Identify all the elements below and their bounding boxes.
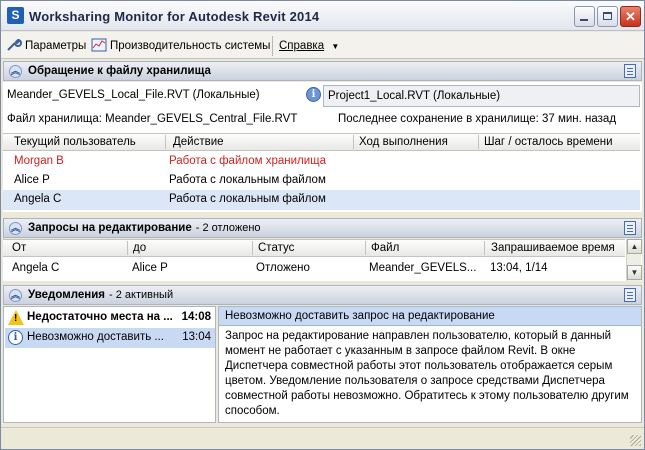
table-row[interactable]: Angela C Работа с локальным файлом [3,190,640,210]
col-status[interactable]: Статус [258,242,294,254]
column-divider [252,241,253,255]
col-current-user[interactable]: Текущий пользователь [14,136,136,148]
app-window: S Worksharing Monitor for Autodesk Revit… [0,0,645,450]
user-cell: Alice P [14,174,50,186]
col-action[interactable]: Действие [173,136,224,148]
central-grid-header: Текущий пользователь Действие Ход выполн… [3,133,640,151]
local-file-tab[interactable]: Meander_GEVELS_Local_File.RVT (Локальные… [3,85,301,107]
resize-grip-icon[interactable] [630,435,641,446]
notifications-count: - 2 активный [109,289,174,301]
info-icon: i [306,87,321,102]
notification-time: 14:08 [181,311,211,323]
app-icon: S [7,7,24,24]
info-icon: i [8,330,24,345]
scroll-down-button[interactable]: ▼ [627,265,642,280]
column-divider [365,241,366,255]
col-file[interactable]: Файл [371,242,399,254]
close-icon: ✕ [625,9,636,24]
maximize-icon [603,12,612,20]
requests-scrollbar[interactable]: ▲ ▼ [626,239,642,281]
column-divider [478,135,479,149]
col-progress[interactable]: Ход выполнения [359,136,448,148]
table-row[interactable]: Angela C Alice P Отложено Meander_GEVELS… [3,259,625,279]
menu-help-label: Справка [279,40,325,52]
requests-count: - 2 отложено [195,222,261,234]
document-icon[interactable] [624,64,636,78]
detail-body: Запрос на редактирование направлен польз… [225,330,629,417]
action-cell: Работа с локальным файлом [169,174,326,186]
minimize-icon [580,19,588,21]
collapse-chevron-icon[interactable]: ︽ [9,222,22,235]
table-row[interactable]: Alice P Работа с локальным файлом [3,171,640,191]
table-row[interactable]: Morgan B Работа с файлом хранилища [3,152,640,172]
notification-label: Невозможно доставить ... [27,331,164,343]
col-to[interactable]: до [133,242,146,254]
storage-file-label: Файл хранилища: Meander_GEVELS_Central_F… [7,113,298,125]
document-icon[interactable] [624,288,636,302]
status-cell: Отложено [256,262,310,274]
close-button[interactable]: ✕ [620,6,641,27]
central-section-header[interactable]: ︽ Обращение к файлу хранилища [3,61,642,81]
list-item[interactable]: i Невозможно доставить ... 13:04 [5,328,215,348]
menu-help[interactable]: Справка ▼ [279,37,339,55]
document-icon[interactable] [624,221,636,235]
notification-time: 13:04 [182,331,211,343]
menu-bar: Параметры Производительность системы Спр… [1,32,644,59]
scroll-up-button[interactable]: ▲ [627,239,642,254]
menu-performance-label: Производительность системы [110,40,271,52]
detail-title: Невозможно доставить запрос на редактиро… [219,307,641,326]
maximize-button[interactable] [597,6,618,27]
notification-label: Недостаточно места на ... [27,311,173,323]
col-requested-time[interactable]: Запрашиваемое время [491,242,615,254]
notifications-section-header[interactable]: ︽ Уведомления - 2 активный [3,285,642,305]
dropdown-arrow-icon: ▼ [331,42,340,51]
column-divider [353,135,354,149]
status-bar [1,427,644,449]
menu-separator [272,36,273,56]
col-from[interactable]: От [12,242,26,254]
from-cell: Angela C [12,262,60,274]
collapse-chevron-icon[interactable]: ︽ [9,65,22,78]
column-divider [127,241,128,255]
project-file-tab[interactable]: Project1_Local.RVT (Локальные) [323,85,640,107]
action-cell: Работа с локальным файлом [169,193,326,205]
file-cell: Meander_GEVELS... [369,262,477,274]
last-save-label: Последнее сохранение в хранилище: 37 мин… [338,113,617,125]
central-section-title: Обращение к файлу хранилища [28,65,211,77]
menu-performance[interactable]: Производительность системы [91,37,270,55]
requests-grid-header: От до Статус Файл Запрашиваемое время [3,239,625,257]
requests-section-title: Запросы на редактирование - 2 отложено [28,222,261,234]
user-cell: Angela C [14,193,62,205]
list-item[interactable]: ! Недостаточно места на ... 14:08 [5,308,215,328]
collapse-chevron-icon[interactable]: ︽ [9,289,22,302]
to-cell: Alice P [132,262,168,274]
window-title: Worksharing Monitor for Autodesk Revit 2… [29,9,320,24]
column-divider [484,241,485,255]
requests-section-header[interactable]: ︽ Запросы на редактирование - 2 отложено [3,218,642,238]
notification-detail: Невозможно доставить запрос на редактиро… [218,306,642,423]
notifications-section-title: Уведомления - 2 активный [28,289,173,301]
wrench-icon [7,38,22,51]
requests-title-text: Запросы на редактирование [28,222,192,234]
performance-chart-icon [91,38,107,52]
notifications-list: ! Недостаточно места на ... 14:08 i Нево… [3,306,216,423]
menu-params-label: Параметры [25,40,87,52]
notifications-title-text: Уведомления [28,289,105,301]
menu-params[interactable]: Параметры [6,37,86,55]
title-bar[interactable]: S Worksharing Monitor for Autodesk Revit… [1,1,644,31]
user-cell: Morgan B [14,155,64,167]
warning-icon: ! [8,310,24,325]
time-cell: 13:04, 1/14 [490,262,548,274]
column-divider [165,135,166,149]
col-step-remaining[interactable]: Шаг / осталось времени [484,136,613,148]
action-cell: Работа с файлом хранилища [169,155,327,167]
minimize-button[interactable] [574,6,595,27]
